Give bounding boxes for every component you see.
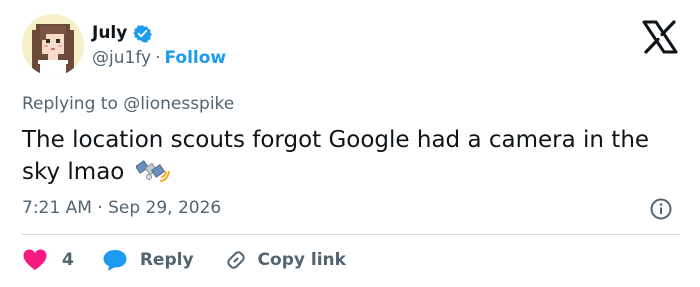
heart-icon <box>23 249 47 270</box>
avatar[interactable] <box>22 14 84 76</box>
action-bar: 4 Reply Copy link <box>22 246 346 274</box>
reply-button[interactable]: Reply <box>102 248 194 272</box>
tweet-text: The location scouts forgot Google had a … <box>22 124 682 188</box>
like-button[interactable]: 4 <box>22 248 74 272</box>
timestamp[interactable]: 7:21 AM · Sep 29, 2026 <box>22 198 221 218</box>
satellite-icon <box>135 160 170 182</box>
pixel-art-girl-avatar-icon <box>22 14 84 76</box>
handle-row: @ju1fy · Follow <box>92 48 226 68</box>
reply-label: Reply <box>139 250 194 270</box>
link-icon <box>226 251 245 269</box>
copy-link-button[interactable]: Copy link <box>224 248 346 272</box>
like-count: 4 <box>62 250 74 270</box>
info-icon[interactable] <box>650 198 672 220</box>
verified-badge-icon <box>133 24 153 43</box>
replying-to-user[interactable]: @lionesspike <box>123 94 234 114</box>
user-handle[interactable]: @ju1fy <box>92 48 151 68</box>
replying-to: Replying to @lionesspike <box>22 94 234 114</box>
separator-dot: · <box>155 48 161 68</box>
display-name[interactable]: July <box>92 23 127 43</box>
x-logo-icon[interactable] <box>642 20 678 54</box>
divider <box>22 234 680 235</box>
author-name-row: July <box>92 23 153 43</box>
replying-to-prefix: Replying to <box>22 94 124 114</box>
follow-button[interactable]: Follow <box>164 48 226 68</box>
tweet-body: The location scouts forgot Google had a … <box>22 127 650 185</box>
tweet-card: July @ju1fy · Follow Replying to @lionessp… <box>0 0 700 287</box>
copy-link-label: Copy link <box>257 250 346 270</box>
reply-bubble-icon <box>103 250 127 271</box>
